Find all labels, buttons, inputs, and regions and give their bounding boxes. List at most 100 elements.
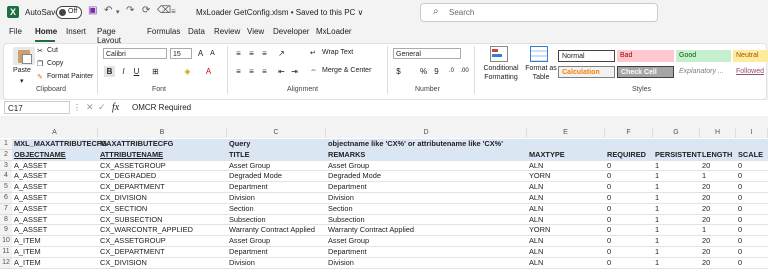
table-cell[interactable]: ALN xyxy=(527,215,605,226)
table-cell[interactable]: Subsection xyxy=(326,215,527,226)
table-cell[interactable]: REQUIRED xyxy=(605,150,653,161)
table-cell[interactable]: ALN xyxy=(527,182,605,193)
align-left-icon[interactable]: ≡ xyxy=(233,66,244,77)
column-header[interactable]: D xyxy=(326,128,527,138)
table-cell[interactable]: MAXATTRIBUTECFG xyxy=(98,139,227,150)
table-cell[interactable]: 0 xyxy=(736,236,768,247)
table-cell[interactable] xyxy=(700,139,736,150)
table-cell[interactable]: 20 xyxy=(700,182,736,193)
table-cell[interactable]: CX_ASSETGROUP xyxy=(98,161,227,172)
table-cell[interactable]: 0 xyxy=(736,182,768,193)
table-cell[interactable]: YORN xyxy=(527,171,605,183)
increase-font-icon[interactable]: A xyxy=(195,48,206,59)
row-header[interactable]: 2 xyxy=(0,149,12,161)
paste-icon[interactable] xyxy=(13,47,35,65)
table-cell[interactable]: A_ITEM xyxy=(12,258,98,269)
table-cell[interactable]: CX_DIVISION xyxy=(98,193,227,204)
row-header[interactable]: 7 xyxy=(0,203,12,215)
table-cell[interactable]: 0 xyxy=(605,215,653,226)
table-cell[interactable] xyxy=(653,139,700,150)
table-cell[interactable]: ATTRIBUTENAME xyxy=(98,150,227,161)
cut-icon[interactable]: ✂ xyxy=(37,47,43,55)
name-box-menu-icon[interactable]: ⋮ xyxy=(73,103,81,112)
table-cell[interactable]: 20 xyxy=(700,215,736,226)
table-cell[interactable]: Asset Group xyxy=(227,161,326,172)
align-middle-icon[interactable]: ≡ xyxy=(246,48,257,59)
table-cell[interactable]: CX_SECTION xyxy=(98,204,227,215)
row-header[interactable]: 12 xyxy=(0,257,12,269)
table-cell[interactable]: 0 xyxy=(605,225,653,237)
font-name-combo[interactable]: Calibri xyxy=(103,48,167,59)
table-cell[interactable]: Department xyxy=(227,182,326,193)
style-bad[interactable]: Bad xyxy=(617,50,674,62)
fill-color-icon[interactable]: ◈ xyxy=(182,66,193,77)
style-check-cell[interactable]: Check Cell xyxy=(617,66,674,78)
row-header[interactable]: 6 xyxy=(0,193,12,204)
table-cell[interactable]: A_ASSET xyxy=(12,204,98,215)
bold-icon[interactable]: B xyxy=(104,66,115,77)
column-header[interactable]: A xyxy=(12,128,98,138)
table-cell[interactable]: 0 xyxy=(736,193,768,204)
table-cell[interactable]: 0 xyxy=(736,171,768,183)
table-cell[interactable]: REMARKS xyxy=(326,150,527,161)
table-cell[interactable]: 0 xyxy=(736,161,768,172)
font-size-combo[interactable]: 15 xyxy=(170,48,192,59)
tab-insert[interactable]: Insert xyxy=(66,27,86,36)
format-painter-button[interactable]: Format Painter xyxy=(47,73,93,80)
cancel-icon[interactable]: ✕ xyxy=(86,102,94,113)
row-header[interactable]: 10 xyxy=(0,236,12,247)
table-cell[interactable]: MAXTYPE xyxy=(527,150,605,161)
table-cell[interactable]: Division xyxy=(227,258,326,269)
table-cell[interactable]: 0 xyxy=(605,258,653,269)
table-cell[interactable]: TITLE xyxy=(227,150,326,161)
table-cell[interactable]: 1 xyxy=(653,161,700,172)
table-cell[interactable]: 20 xyxy=(700,193,736,204)
table-cell[interactable]: CX_DIVISION xyxy=(98,258,227,269)
table-cell[interactable]: SCALE xyxy=(736,150,768,161)
tab-review[interactable]: Review xyxy=(214,27,240,36)
table-cell[interactable]: Degraded Mode xyxy=(227,171,326,183)
tab-view[interactable]: View xyxy=(247,27,264,36)
align-top-icon[interactable]: ≡ xyxy=(233,48,244,59)
table-cell[interactable]: 0 xyxy=(605,247,653,258)
table-cell[interactable]: CX_DEPARTMENT xyxy=(98,182,227,193)
table-cell[interactable]: A_ASSET xyxy=(12,215,98,226)
format-painter-icon[interactable]: ✎ xyxy=(37,73,43,81)
table-cell[interactable]: Asset Group xyxy=(326,236,527,247)
row-header[interactable]: 4 xyxy=(0,171,12,183)
paste-dropdown-icon[interactable]: ▾ xyxy=(20,77,24,85)
table-cell[interactable]: Department xyxy=(227,247,326,258)
table-cell[interactable]: 0 xyxy=(736,247,768,258)
copy-button[interactable]: Copy xyxy=(47,60,63,67)
italic-icon[interactable]: I xyxy=(118,66,129,77)
table-cell[interactable]: Asset Group xyxy=(227,236,326,247)
format-as-table-button[interactable]: Format as Table xyxy=(525,64,557,82)
table-cell[interactable]: Warranty Contract Applied xyxy=(227,225,326,237)
table-cell[interactable]: Subsection xyxy=(227,215,326,226)
percent-icon[interactable]: % xyxy=(418,66,429,77)
undo-icon[interactable]: ↶ xyxy=(104,5,112,16)
table-cell[interactable]: ALN xyxy=(527,161,605,172)
decrease-decimal-icon[interactable]: .00 xyxy=(459,66,470,77)
table-cell[interactable]: 0 xyxy=(736,204,768,215)
table-cell[interactable]: 0 xyxy=(605,193,653,204)
table-cell[interactable]: Query xyxy=(227,139,326,150)
comma-icon[interactable]: 9 xyxy=(431,66,442,77)
insert-function-icon[interactable]: fx xyxy=(112,102,119,113)
table-cell[interactable]: objectname like 'CX%' or attributename l… xyxy=(326,139,527,150)
table-cell[interactable]: CX_SUBSECTION xyxy=(98,215,227,226)
row-header[interactable]: 11 xyxy=(0,247,12,258)
table-cell[interactable]: A_ASSET xyxy=(12,171,98,183)
conditional-formatting-icon[interactable] xyxy=(490,46,508,62)
table-cell[interactable]: Division xyxy=(326,258,527,269)
table-cell[interactable]: Asset Group xyxy=(326,161,527,172)
customize-qat-icon[interactable]: ≡ xyxy=(171,7,176,16)
table-cell[interactable]: 1 xyxy=(653,258,700,269)
style-followed[interactable]: Followed xyxy=(733,66,768,78)
tab-formulas[interactable]: Formulas xyxy=(147,27,180,36)
table-cell[interactable]: LENGTH xyxy=(700,150,736,161)
cut-button[interactable]: Cut xyxy=(47,47,58,54)
table-cell[interactable]: ALN xyxy=(527,247,605,258)
table-cell[interactable]: PERSISTENT xyxy=(653,150,701,161)
merge-center-icon[interactable]: ⇔ xyxy=(310,67,317,74)
